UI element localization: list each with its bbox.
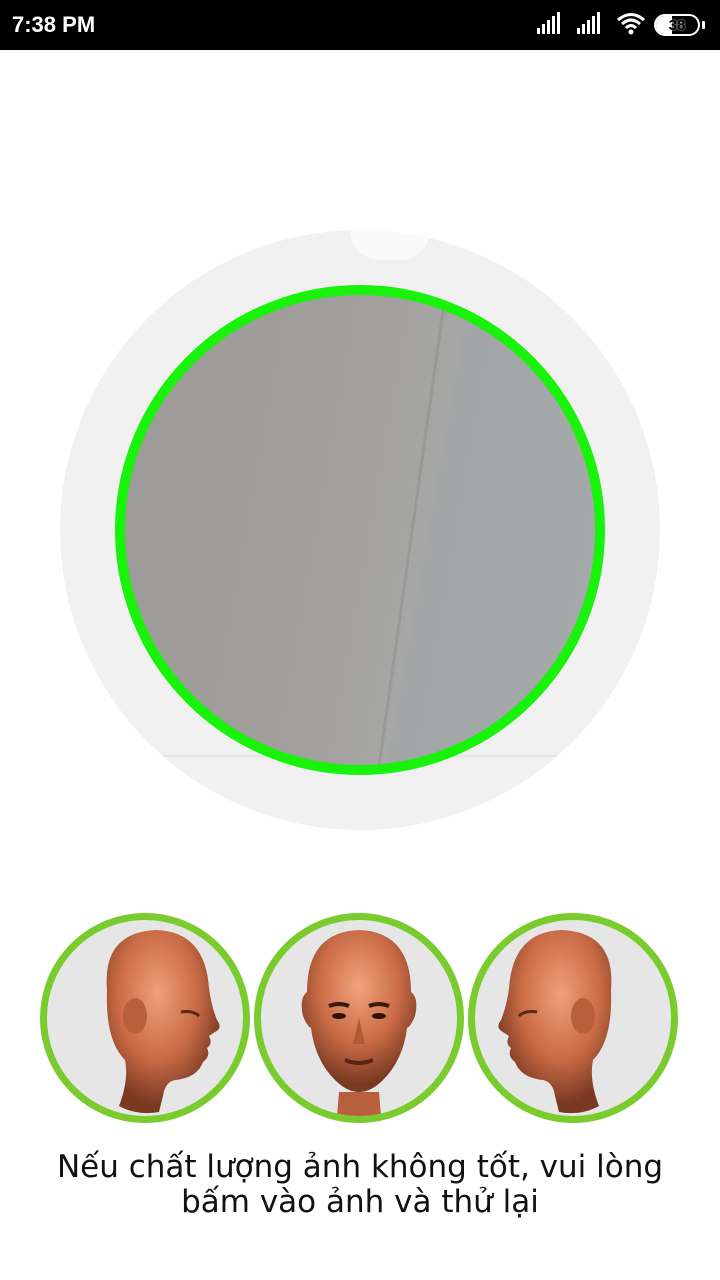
battery-level: 38 xyxy=(668,16,686,34)
status-time: 7:38 PM xyxy=(12,12,96,37)
signal-icon xyxy=(577,12,600,34)
battery-icon: 38 xyxy=(654,14,700,36)
status-icons: 38 xyxy=(536,12,706,38)
face-front-pose[interactable] xyxy=(254,913,464,1123)
head-profile-right-icon xyxy=(106,930,220,1114)
wifi-icon xyxy=(617,13,645,35)
face-left-pose[interactable] xyxy=(40,913,250,1123)
instruction-line-2: bấm vào ảnh và thử lại xyxy=(181,1184,539,1220)
face-right-pose[interactable] xyxy=(468,913,678,1123)
head-profile-left-icon xyxy=(498,930,612,1114)
camera-preview[interactable] xyxy=(115,285,605,775)
instruction-text: Nếu chất lượng ảnh không tốt, vui lòng b… xyxy=(20,1150,700,1220)
head-front-icon xyxy=(301,930,417,1116)
signal-icon xyxy=(537,12,560,34)
instruction-line-1: Nếu chất lượng ảnh không tốt, vui lòng xyxy=(56,1149,664,1185)
status-bar: 7:38 PM 38 xyxy=(0,0,720,50)
